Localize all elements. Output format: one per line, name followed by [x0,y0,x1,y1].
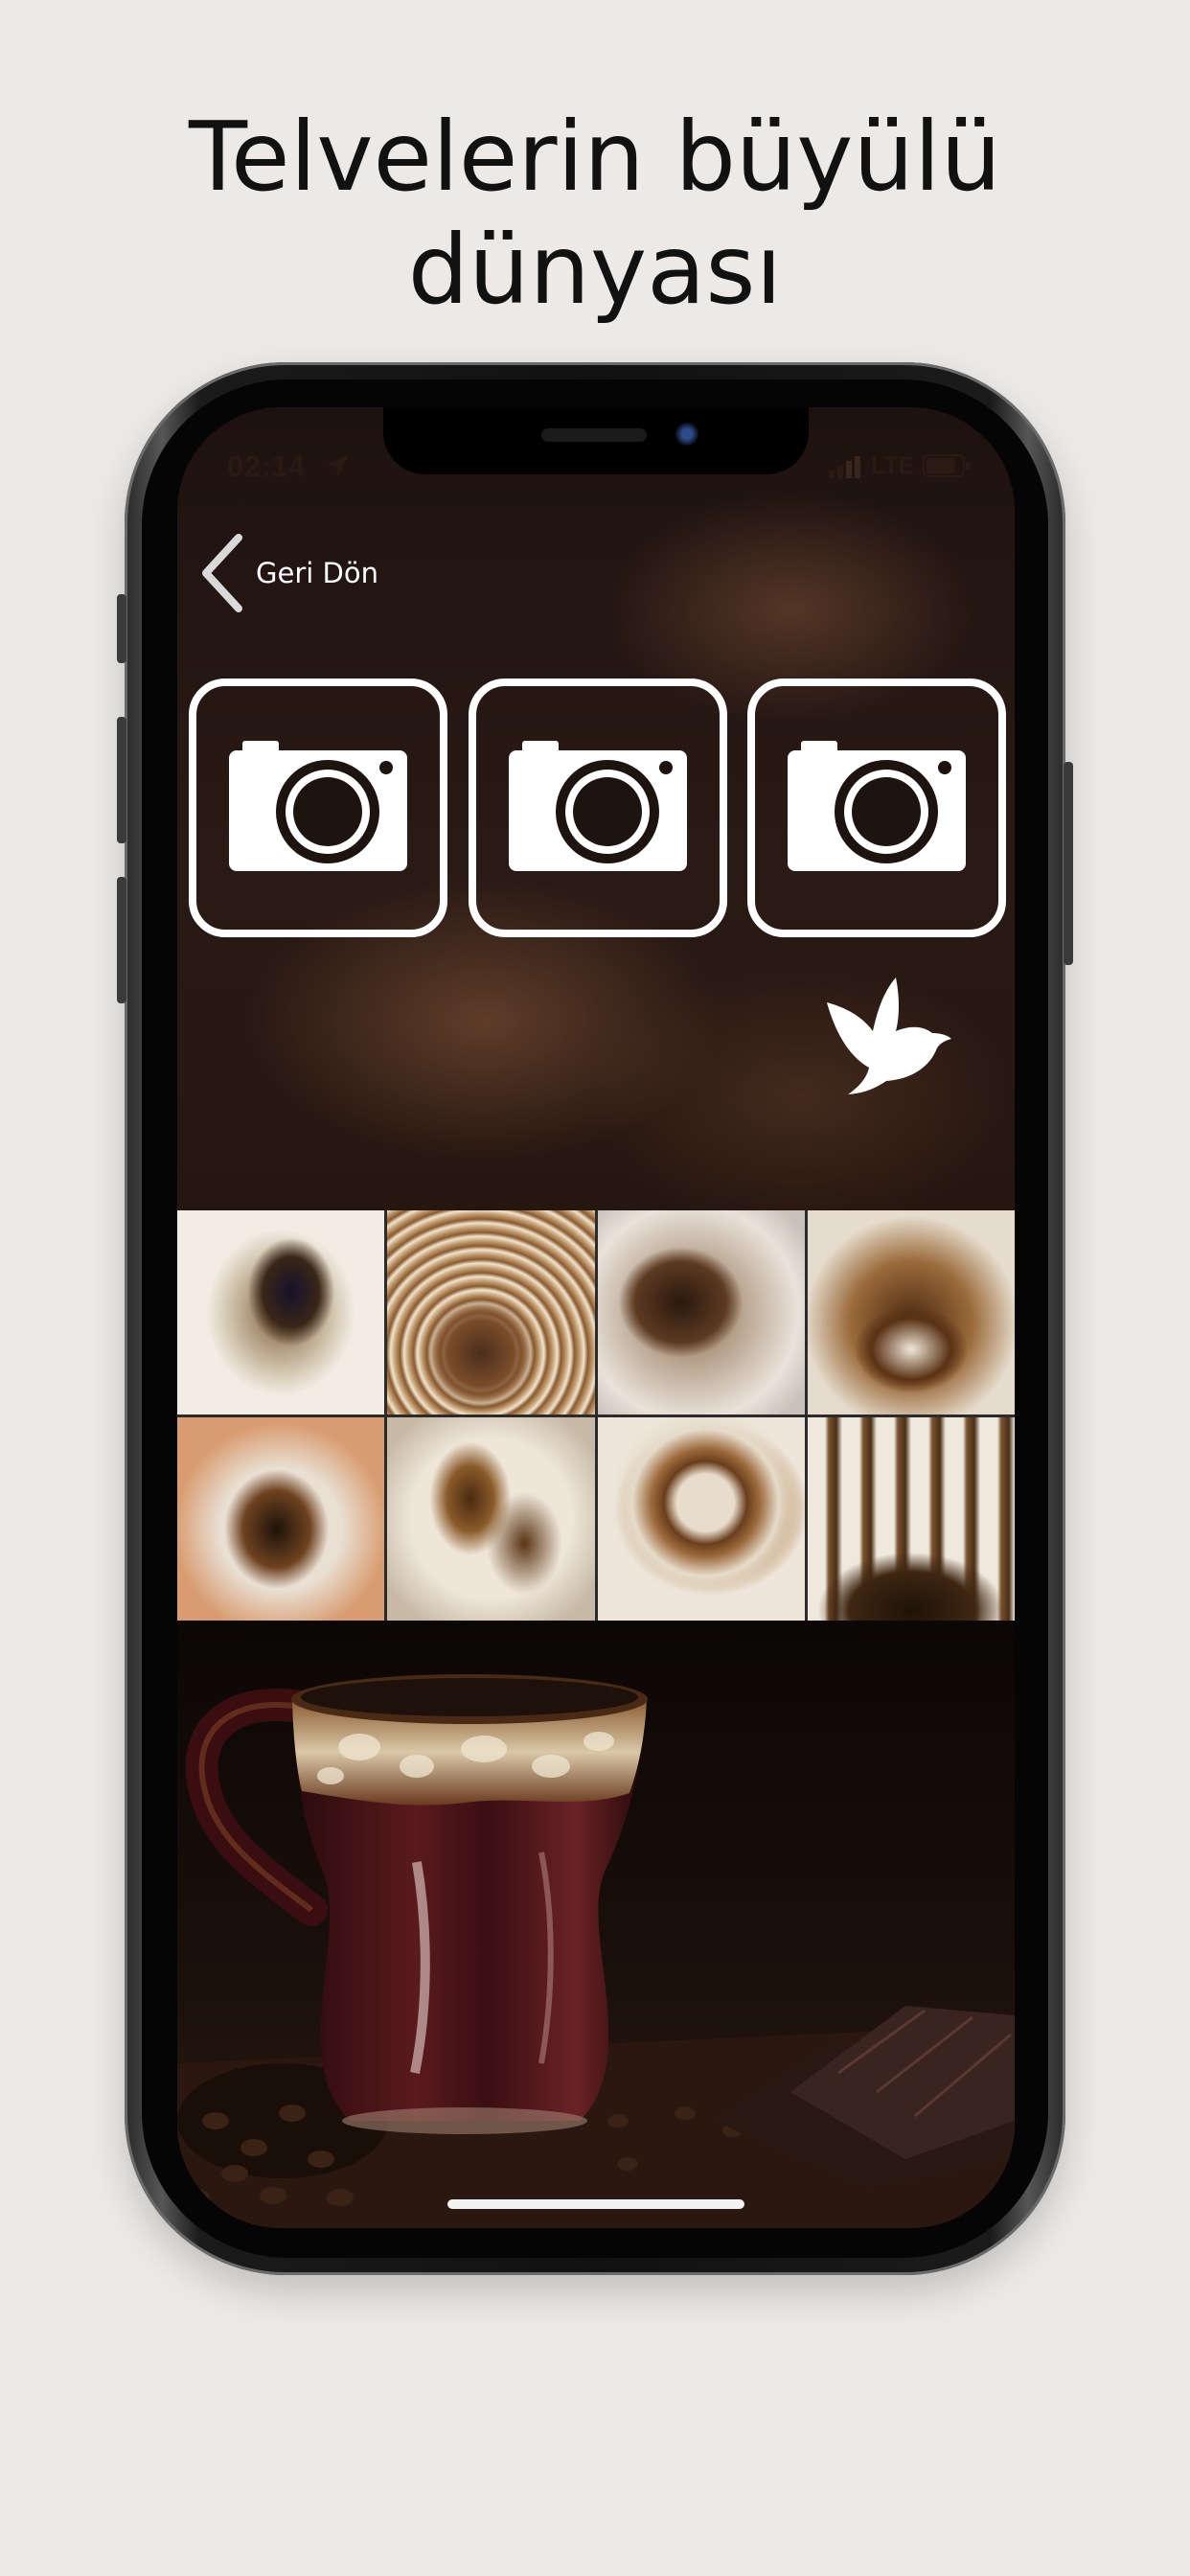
sample-photo-4[interactable] [807,1210,1015,1414]
notch [383,407,809,474]
back-button-label: Geri Dön [256,557,378,589]
camera-slot-3[interactable] [747,678,1006,937]
dove-icon[interactable] [819,976,953,1095]
sample-photo-2[interactable] [387,1210,595,1414]
app-screen: 02:14 LTE Geri Dön [177,407,1015,2228]
signal-bars-icon [829,456,860,478]
power-button [1064,762,1073,965]
earpiece-speaker [541,428,647,442]
chevron-left-icon [202,534,242,612]
headline-line-2: dünyası [407,214,783,326]
back-button[interactable]: Geri Dön [198,530,378,616]
headline: Telvelerin büyülü dünyası [0,101,1190,327]
silent-switch [117,594,126,663]
sample-photo-8[interactable] [807,1416,1015,1621]
battery-icon [923,454,970,477]
volume-up-button [117,717,126,843]
camera-slot-2[interactable] [469,678,727,937]
camera-icon [788,741,966,871]
camera-icon [509,741,687,871]
volume-down-button [117,877,126,1003]
sample-photo-grid [177,1210,1015,1621]
sample-photo-7[interactable] [597,1416,805,1621]
sample-photo-6[interactable] [387,1416,595,1621]
turkish-coffee-cup-photo [177,1622,1015,2228]
sample-photo-1[interactable] [177,1210,385,1414]
headline-line-1: Telvelerin büyülü [188,101,1002,213]
status-time: 02:14 [227,449,306,483]
location-arrow-icon [326,454,349,477]
camera-slot-1[interactable] [189,678,447,937]
sample-photo-5[interactable] [177,1416,385,1621]
camera-slots [189,678,1006,937]
home-indicator[interactable] [447,2199,744,2209]
front-camera [675,423,698,446]
network-type: LTE [871,452,915,479]
sample-photo-3[interactable] [597,1210,805,1414]
camera-icon [229,741,407,871]
